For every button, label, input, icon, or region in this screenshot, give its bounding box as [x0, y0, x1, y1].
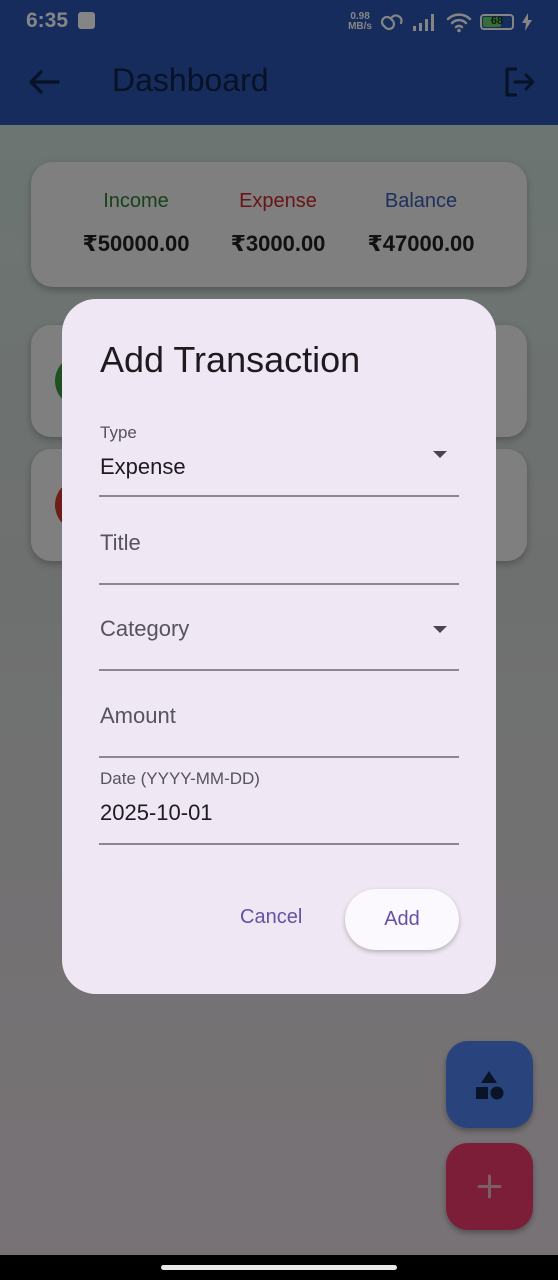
- amount-field[interactable]: Amount: [99, 682, 459, 758]
- date-label: Date (YYYY-MM-DD): [100, 769, 260, 788]
- type-value: Expense: [100, 454, 186, 479]
- date-field[interactable]: Date (YYYY-MM-DD) 2025-10-01: [99, 763, 459, 845]
- dialog-title: Add Transaction: [100, 339, 361, 380]
- dropdown-arrow-icon: [433, 626, 447, 633]
- amount-placeholder: Amount: [100, 703, 176, 728]
- type-dropdown[interactable]: Type Expense: [99, 417, 459, 497]
- type-label: Type: [100, 423, 137, 442]
- date-value: 2025-10-01: [100, 800, 213, 825]
- add-transaction-dialog: Add Transaction Type Expense Title Categ…: [62, 299, 496, 994]
- category-placeholder: Category: [100, 616, 190, 641]
- navigation-bar: [0, 1255, 558, 1280]
- title-field[interactable]: Title: [99, 509, 459, 585]
- add-button[interactable]: Add: [345, 889, 459, 950]
- category-dropdown[interactable]: Category: [99, 595, 459, 671]
- cancel-button[interactable]: Cancel: [240, 906, 302, 929]
- dropdown-arrow-icon: [433, 451, 447, 458]
- title-placeholder: Title: [100, 530, 141, 555]
- home-gesture-handle[interactable]: [161, 1265, 397, 1270]
- app-screen: 6:35 0.98 MB/s 68 Dashboard Income ₹5000…: [0, 0, 558, 1255]
- add-button-label: Add: [384, 908, 420, 930]
